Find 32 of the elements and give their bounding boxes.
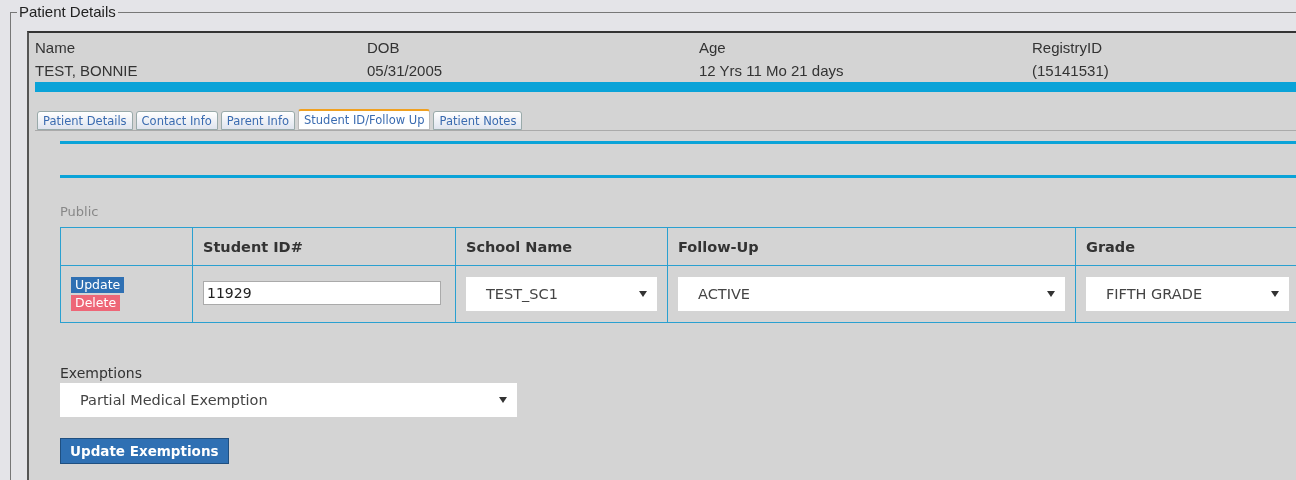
delete-button[interactable]: Delete <box>71 295 121 311</box>
select-field[interactable]: FIFTH GRADE <box>1086 277 1289 311</box>
caret-icon <box>1047 291 1055 297</box>
fieldset-legend: Patient Details <box>17 3 118 20</box>
info-value: TEST, BONNIE <box>35 62 139 79</box>
field-label: Exemptions <box>60 365 143 381</box>
info-label: Name <box>35 39 76 56</box>
select-field[interactable]: TEST_SC1 <box>466 277 657 311</box>
caret-icon <box>639 291 647 297</box>
select-field[interactable]: ACTIVE <box>678 277 1065 311</box>
update-exemptions-button[interactable]: Update Exemptions <box>60 438 229 464</box>
tab[interactable]: Contact Info <box>135 111 218 130</box>
caret-icon <box>1271 291 1279 297</box>
section-label: Public <box>60 204 100 219</box>
info-label: DOB <box>367 39 401 56</box>
input-field[interactable]: 11929 <box>203 281 441 305</box>
update-button[interactable]: Update <box>71 277 125 293</box>
caret-icon <box>499 397 507 403</box>
select-field[interactable]: Partial Medical Exemption <box>60 383 517 417</box>
tab[interactable]: Patient Details <box>37 111 133 130</box>
tab[interactable]: Student ID/Follow Up <box>298 109 431 130</box>
table-header-cell: Student ID# <box>192 227 456 266</box>
tab[interactable]: Patient Notes <box>433 111 523 130</box>
info-value: 12 Yrs 11 Mo 21 days <box>699 62 845 79</box>
table-header-cell: Grade <box>1075 227 1296 266</box>
info-label: RegistryID <box>1032 39 1103 56</box>
table-header-cell: School Name <box>455 227 668 266</box>
table-header-cell: Follow-Up <box>667 227 1076 266</box>
info-value: 05/31/2005 <box>367 62 444 79</box>
info-value: (15141531) <box>1032 62 1110 79</box>
info-label: Age <box>699 39 727 56</box>
tab[interactable]: Parent Info <box>220 111 295 130</box>
